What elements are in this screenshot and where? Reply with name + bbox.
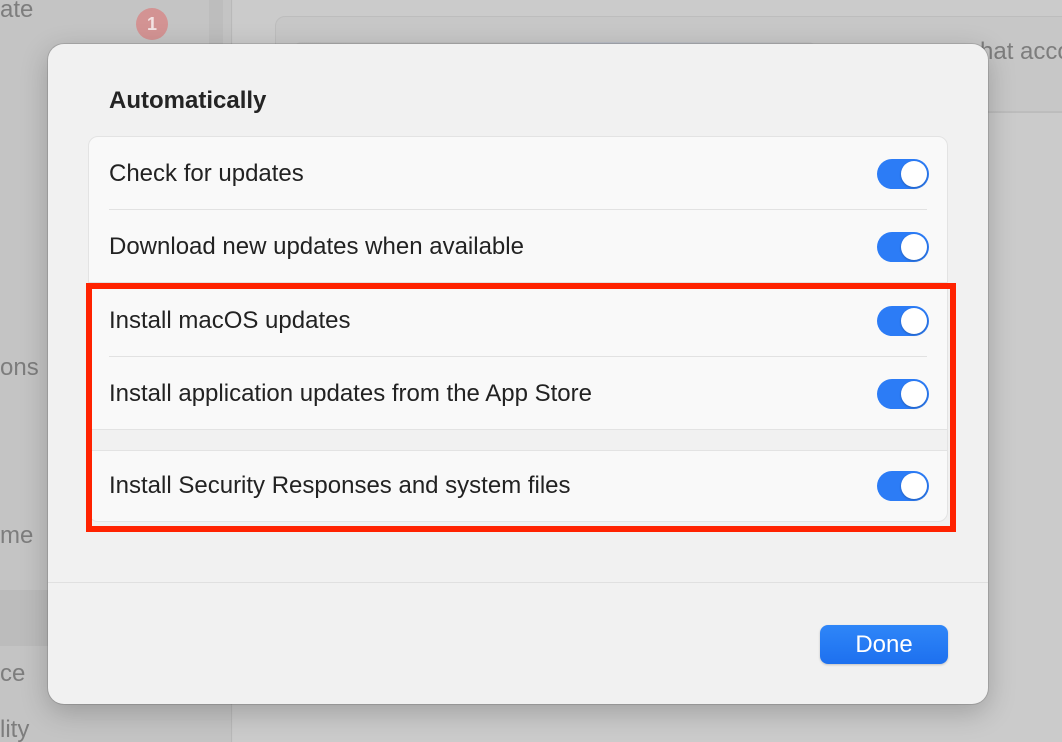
setting-row-download-updates: Download new updates when available <box>89 210 947 283</box>
toggle-knob <box>901 233 927 260</box>
toggle-knob <box>901 380 927 407</box>
setting-label: Install Security Responses and system fi… <box>109 472 571 499</box>
toggle-knob <box>901 160 927 187</box>
setting-row-install-security-responses: Install Security Responses and system fi… <box>89 451 947 521</box>
section-title: Automatically <box>109 87 267 114</box>
setting-row-install-app-store-updates: Install application updates from the App… <box>89 357 947 430</box>
toggle-knob <box>901 307 927 334</box>
setting-row-check-for-updates: Check for updates <box>89 137 947 210</box>
row-divider <box>89 282 947 283</box>
setting-label: Download new updates when available <box>109 232 524 260</box>
install-security-responses-toggle[interactable] <box>877 471 929 501</box>
settings-group: Check for updates Download new updates w… <box>88 136 948 522</box>
auto-update-dialog: Automatically Check for updates Download… <box>48 44 988 704</box>
setting-label: Check for updates <box>109 159 304 187</box>
install-app-store-updates-toggle[interactable] <box>877 378 929 409</box>
background-card-text-fragment: hat acco <box>980 38 1062 65</box>
footer-divider <box>48 582 988 583</box>
background-sidebar-divider <box>209 0 223 48</box>
setting-label: Install macOS updates <box>109 306 351 334</box>
setting-row-install-macos-updates: Install macOS updates <box>89 284 947 357</box>
screen: ate 1 ons me ce lity hat acco Automatica… <box>0 0 1062 742</box>
notification-badge: 1 <box>136 8 168 40</box>
group-spacer <box>89 429 947 451</box>
download-updates-toggle[interactable] <box>877 231 929 262</box>
background-sidebar-text: lity <box>0 716 30 742</box>
background-sidebar-text: ate <box>0 0 34 23</box>
setting-label: Install application updates from the App… <box>109 379 592 407</box>
toggle-knob <box>901 473 927 499</box>
background-selected-row <box>0 590 48 646</box>
done-button[interactable]: Done <box>820 625 948 664</box>
background-sidebar-text: ons <box>0 354 39 381</box>
check-for-updates-toggle[interactable] <box>877 158 929 189</box>
background-sidebar-text: me <box>0 522 34 549</box>
install-macos-updates-toggle[interactable] <box>877 305 929 336</box>
background-sidebar-text: ce <box>0 660 26 687</box>
